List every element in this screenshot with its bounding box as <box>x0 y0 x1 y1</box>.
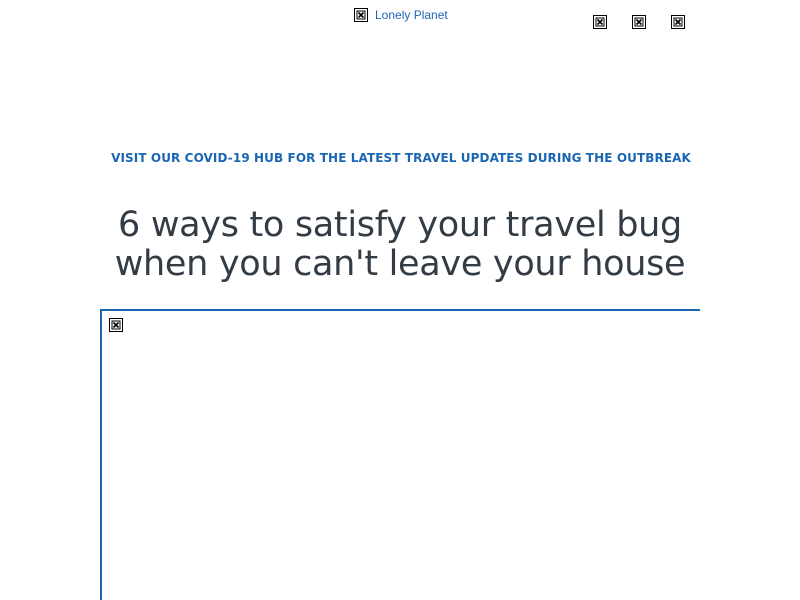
broken-image-icon[interactable] <box>593 15 607 29</box>
page: Lonely Planet VISIT OUR COVID-19 HUB FOR… <box>0 0 800 600</box>
article-title: 6 ways to satisfy your travel bug when y… <box>114 205 686 284</box>
broken-image-icon[interactable] <box>671 15 685 29</box>
broken-image-icon <box>109 318 123 332</box>
hero-image-frame <box>100 309 700 600</box>
broken-image-icon <box>354 8 368 22</box>
logo-link[interactable]: Lonely Planet <box>354 7 448 23</box>
logo-alt-text[interactable]: Lonely Planet <box>375 8 448 22</box>
broken-image-icon[interactable] <box>632 15 646 29</box>
covid-hub-banner-link[interactable]: VISIT OUR COVID-19 HUB FOR THE LATEST TR… <box>0 150 800 166</box>
